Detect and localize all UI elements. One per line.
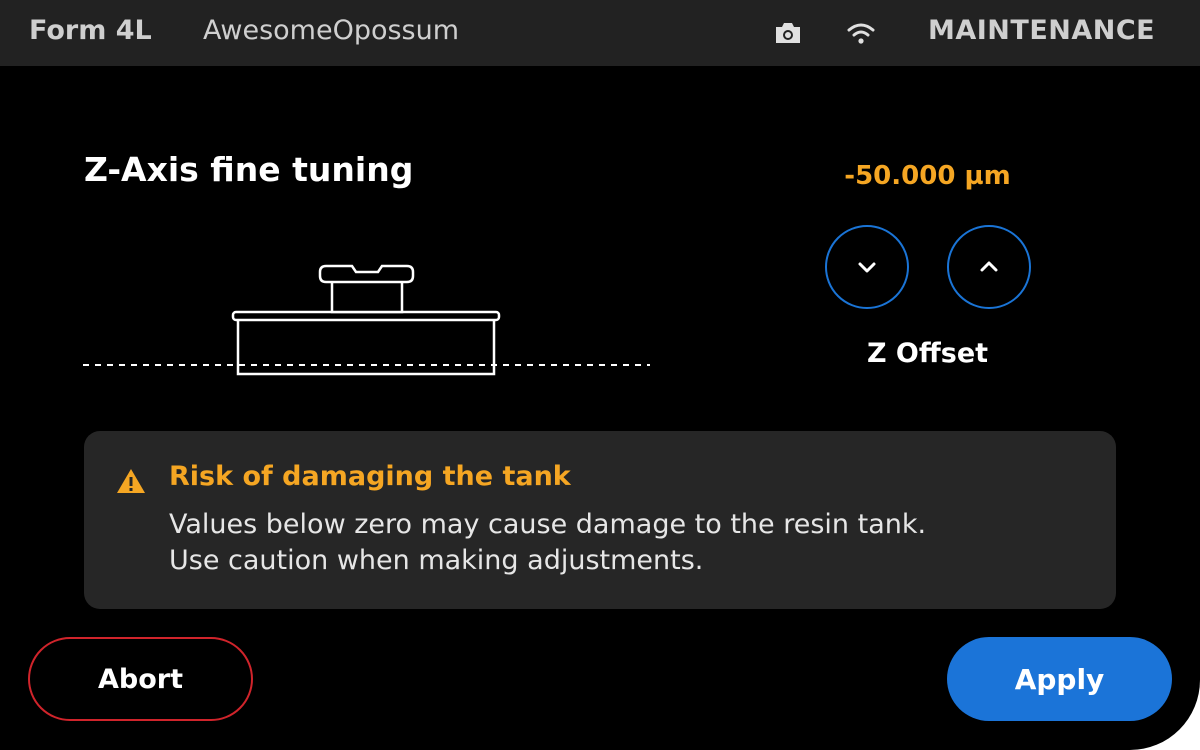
abort-button[interactable]: Abort	[28, 637, 253, 721]
z-offset-value: -50.000 µm	[844, 161, 1011, 191]
z-offset-label: Z Offset	[866, 338, 989, 369]
wifi-icon[interactable]	[846, 21, 876, 45]
warning-panel: Risk of damaging the tank Values below z…	[84, 431, 1116, 609]
apply-button[interactable]: Apply	[947, 637, 1172, 721]
chevron-up-icon	[980, 261, 998, 272]
page-title: Z-Axis fine tuning	[84, 150, 414, 189]
warning-text-line-1: Values below zero may cause damage to th…	[169, 509, 927, 540]
printer-model: Form 4L	[29, 15, 152, 46]
chevron-down-icon	[858, 262, 876, 273]
warning-title: Risk of damaging the tank	[169, 461, 571, 492]
mode-indicator: MAINTENANCE	[928, 15, 1156, 46]
camera-icon[interactable]	[774, 21, 802, 45]
increase-offset-button[interactable]	[947, 225, 1031, 309]
warning-text-line-2: Use caution when making adjustments.	[169, 545, 704, 576]
printer-name: AwesomeOpossum	[203, 15, 460, 46]
status-bar: Form 4L AwesomeOpossum MAINTENANCE	[0, 0, 1200, 66]
warning-triangle-icon	[117, 469, 145, 493]
build-platform-diagram	[83, 264, 650, 376]
decrease-offset-button[interactable]	[825, 225, 909, 309]
printer-screen: Form 4L AwesomeOpossum MAINTENANCE Z-Axi…	[0, 0, 1200, 750]
